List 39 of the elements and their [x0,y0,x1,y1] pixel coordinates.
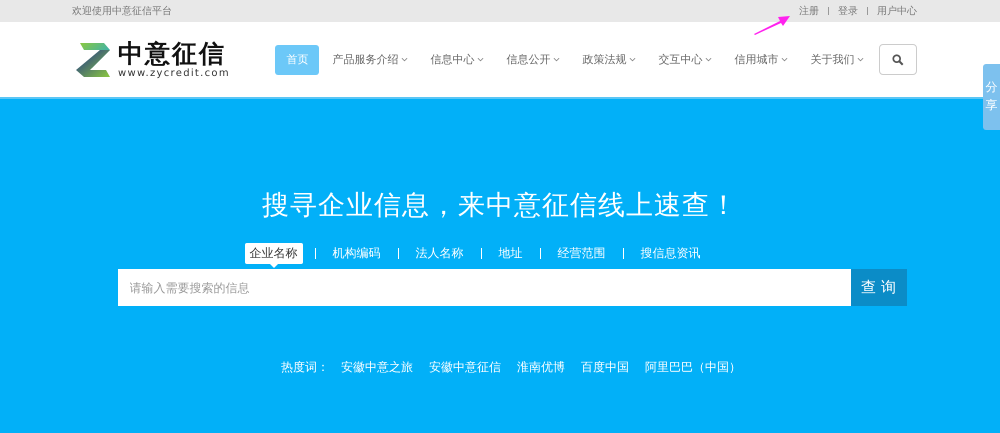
hot-word-link[interactable]: 阿里巴巴（中国） [645,359,741,376]
search-tab[interactable]: 法人名称 [410,243,468,264]
search-icon [892,54,904,66]
caret-icon [477,57,484,62]
welcome-text: 欢迎使用中意征信平台 [72,4,172,18]
hero-title: 搜寻企业信息，来中意征信线上速查！ [262,189,738,223]
hot-words-label: 热度词： [281,359,329,376]
search-field[interactable]: 请输入需要搜索的信息 [118,269,850,306]
share-tab[interactable]: 分享 [983,64,1000,130]
nav-item[interactable]: 信用城市 [725,44,798,74]
caret-icon [553,57,560,62]
top-link[interactable]: 注册 [799,4,819,18]
caret-icon [401,57,408,62]
nav-item[interactable]: 信息中心 [421,44,494,74]
query-button[interactable]: 查 询 [850,269,906,306]
search-tab[interactable]: 经营范围 [552,243,610,264]
search-tab[interactable]: 搜信息资讯 [636,243,706,264]
hot-word-link[interactable]: 安徽中意之旅 [341,359,413,376]
caret-icon [705,57,712,62]
nav-item[interactable]: 政策法规 [573,44,646,74]
search-tab[interactable]: 机构编码 [328,243,386,264]
top-link[interactable]: 登录 [838,4,858,18]
arrow-annotation-icon [752,14,792,36]
search-tab[interactable]: 地址 [494,243,528,264]
nav-item[interactable]: 关于我们 [801,44,874,74]
hot-word-link[interactable]: 淮南优博 [517,359,565,376]
nav-item[interactable]: 产品服务介绍 [323,44,418,74]
nav-item[interactable]: 信息公开 [497,44,570,74]
nav-item[interactable]: 首页 [275,44,320,74]
hot-word-link[interactable]: 安徽中意征信 [429,359,501,376]
caret-icon [629,57,636,62]
nav-item[interactable]: 交互中心 [649,44,722,74]
top-link[interactable]: 用户中心 [877,4,917,18]
logo-url: www.zycredit.com [118,68,230,78]
search-button[interactable] [879,44,917,75]
hot-word-link[interactable]: 百度中国 [581,359,629,376]
logo-name: 中意征信 [118,40,227,66]
caret-icon [781,57,788,62]
caret-icon [857,57,864,62]
